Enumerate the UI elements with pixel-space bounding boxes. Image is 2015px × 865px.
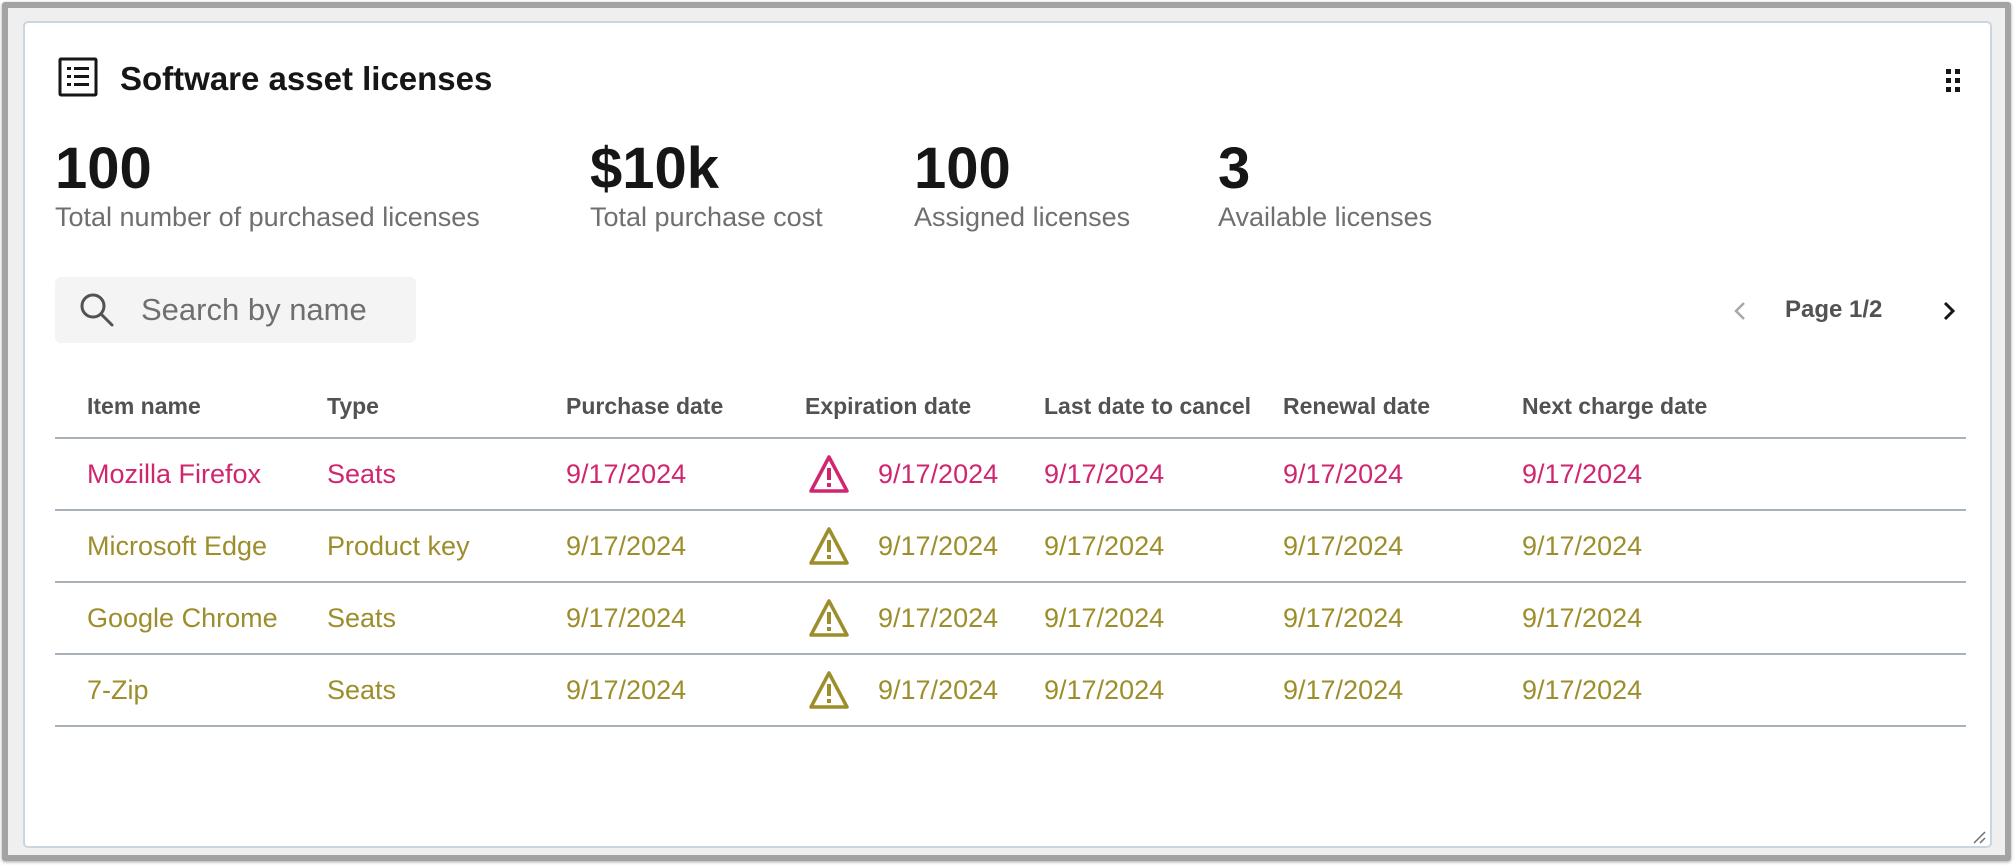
cell-last-date-to-cancel: 9/17/2024: [1044, 531, 1165, 561]
column-header-type[interactable]: Type: [327, 391, 379, 421]
cell-type: Product key: [327, 531, 470, 561]
stat-value: $10k: [590, 136, 720, 201]
stat-label: Available licenses: [1218, 202, 1433, 232]
warning-triangle-icon: [809, 527, 849, 565]
search-input[interactable]: [141, 277, 401, 343]
cell-type: Seats: [327, 675, 397, 705]
cell-item-name: Google Chrome: [87, 603, 278, 633]
cell-last-date-to-cancel: 9/17/2024: [1044, 459, 1165, 489]
table-row[interactable]: Google Chrome Seats 9/17/2024 9/17/2024 …: [25, 583, 1994, 653]
grip-icon[interactable]: [1943, 67, 1963, 95]
cell-purchase-date: 9/17/2024: [566, 675, 687, 705]
stat-value: 3: [1218, 136, 1251, 201]
cell-renewal-date: 9/17/2024: [1283, 459, 1404, 489]
table-row[interactable]: Microsoft Edge Product key 9/17/2024 9/1…: [25, 511, 1994, 581]
chevron-right-icon[interactable]: [1934, 296, 1964, 326]
cell-last-date-to-cancel: 9/17/2024: [1044, 603, 1165, 633]
cell-next-charge-date: 9/17/2024: [1522, 459, 1643, 489]
column-header-renewal-date[interactable]: Renewal date: [1283, 391, 1430, 421]
cell-purchase-date: 9/17/2024: [566, 459, 687, 489]
row-divider: [55, 725, 1966, 727]
chevron-left-icon[interactable]: [1725, 296, 1755, 326]
search-icon: [80, 293, 114, 327]
column-header-item-name[interactable]: Item name: [87, 391, 201, 421]
cell-next-charge-date: 9/17/2024: [1522, 675, 1643, 705]
cell-purchase-date: 9/17/2024: [566, 531, 687, 561]
stat-total-cost: $10k Total purchase cost: [590, 137, 823, 233]
page-indicator: Page 1/2: [1785, 296, 1883, 323]
cell-type: Seats: [327, 459, 397, 489]
resize-handle-icon[interactable]: [1971, 829, 1987, 845]
search-box[interactable]: [55, 277, 416, 343]
stat-total-licenses: 100 Total number of purchased licenses: [55, 137, 480, 233]
stat-value: 100: [914, 136, 1011, 201]
stat-assigned-licenses: 100 Assigned licenses: [914, 137, 1130, 233]
cell-next-charge-date: 9/17/2024: [1522, 603, 1643, 633]
cell-expiration-date: 9/17/2024: [878, 603, 999, 633]
warning-triangle-icon: [809, 671, 849, 709]
cell-renewal-date: 9/17/2024: [1283, 603, 1404, 633]
cell-renewal-date: 9/17/2024: [1283, 531, 1404, 561]
stat-label: Assigned licenses: [914, 202, 1131, 232]
cell-item-name: Mozilla Firefox: [87, 459, 262, 489]
cell-purchase-date: 9/17/2024: [566, 603, 687, 633]
cell-item-name: Microsoft Edge: [87, 531, 268, 561]
card-title: Software asset licenses: [120, 60, 493, 97]
cell-item-name: 7-Zip: [87, 675, 149, 705]
cell-expiration-date: 9/17/2024: [878, 531, 999, 561]
table-row[interactable]: 7-Zip Seats 9/17/2024 9/17/2024 9/17/202…: [25, 655, 1994, 725]
cell-renewal-date: 9/17/2024: [1283, 675, 1404, 705]
cell-last-date-to-cancel: 9/17/2024: [1044, 675, 1165, 705]
stat-available-licenses: 3 Available licenses: [1218, 137, 1432, 233]
stat-label: Total purchase cost: [590, 202, 823, 232]
column-header-purchase-date[interactable]: Purchase date: [566, 391, 723, 421]
table-row[interactable]: Mozilla Firefox Seats 9/17/2024 9/17/202…: [25, 439, 1994, 509]
list-icon: [58, 57, 98, 97]
warning-triangle-icon: [809, 455, 849, 493]
column-header-next-charge-date[interactable]: Next charge date: [1522, 391, 1707, 421]
stat-label: Total number of purchased licenses: [55, 202, 480, 232]
column-header-last-date-to-cancel[interactable]: Last date to cancel: [1044, 391, 1251, 421]
cell-expiration-date: 9/17/2024: [878, 675, 999, 705]
licenses-card: Software asset licenses 100 Total number…: [23, 21, 1992, 848]
cell-next-charge-date: 9/17/2024: [1522, 531, 1643, 561]
stat-value: 100: [55, 136, 152, 201]
column-header-expiration-date[interactable]: Expiration date: [805, 391, 971, 421]
cell-expiration-date: 9/17/2024: [878, 459, 999, 489]
warning-triangle-icon: [809, 599, 849, 637]
cell-type: Seats: [327, 603, 397, 633]
